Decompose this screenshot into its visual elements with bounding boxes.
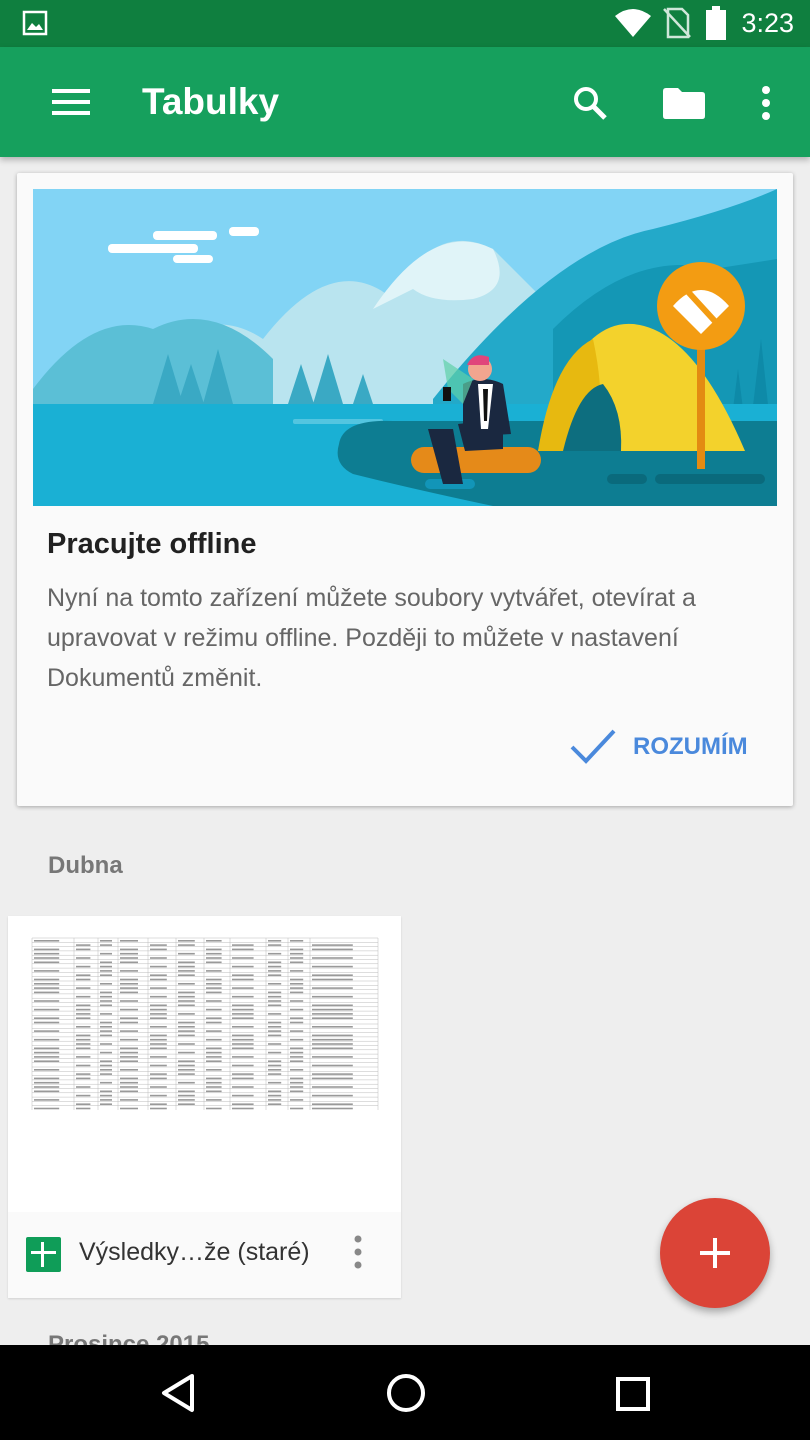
recents-icon[interactable] <box>616 1377 650 1411</box>
wifi-icon <box>615 9 651 37</box>
file-card-footer: Výsledky…že (staré) <box>8 1212 401 1298</box>
page-title: Tabulky <box>142 81 280 122</box>
create-new-button[interactable] <box>660 1198 770 1308</box>
offline-illustration <box>33 189 777 506</box>
file-name: Výsledky…že (staré) <box>79 1238 310 1266</box>
image-notification-icon <box>22 10 48 36</box>
status-bar: 3:23 <box>0 0 810 47</box>
sheets-icon <box>26 1237 61 1272</box>
plus-icon <box>700 1238 730 1268</box>
back-icon[interactable] <box>160 1373 196 1413</box>
status-time: 3:23 <box>741 8 794 38</box>
menu-icon[interactable] <box>52 87 90 117</box>
offline-card-title: Pracujte offline <box>47 528 257 560</box>
no-sim-icon <box>663 7 691 39</box>
dismiss-button-label: ROZUMÍM <box>633 733 748 760</box>
dismiss-button[interactable]: ROZUMÍM <box>567 723 777 771</box>
file-card[interactable]: Výsledky…že (staré) <box>8 916 401 1298</box>
home-icon[interactable] <box>386 1373 426 1413</box>
battery-icon <box>706 6 726 40</box>
more-options-icon[interactable] <box>759 85 773 121</box>
spreadsheet-thumbnail <box>8 916 401 1212</box>
offline-info-card: Pracujte offline Nyní na tomto zařízení … <box>17 173 793 806</box>
offline-card-body: Nyní na tomto zařízení můžete soubory vy… <box>47 584 696 692</box>
system-navigation-bar <box>0 1345 810 1440</box>
section-header: Dubna <box>48 852 123 879</box>
check-icon <box>570 729 616 764</box>
search-icon[interactable] <box>572 85 608 121</box>
app-bar: Tabulky <box>0 47 810 157</box>
file-more-icon[interactable] <box>351 1234 365 1270</box>
folder-icon[interactable] <box>663 87 705 119</box>
